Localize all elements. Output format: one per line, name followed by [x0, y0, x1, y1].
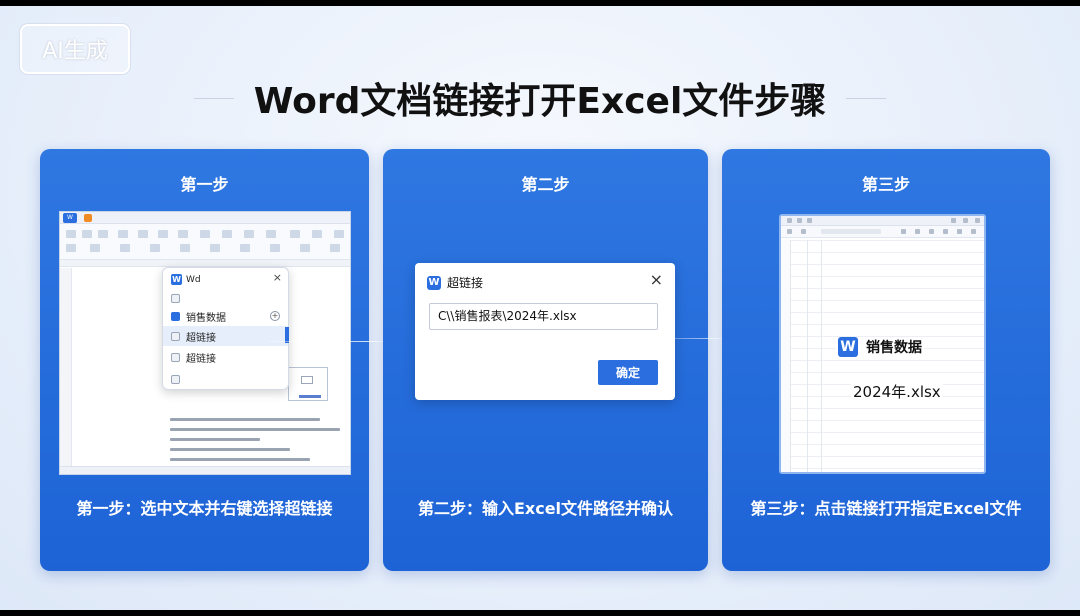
word-titlebar: W [60, 212, 350, 224]
title-row: Word文档链接打开Excel文件步骤 [0, 68, 1080, 128]
ribbon-icon [266, 230, 276, 238]
step-heading: 第三步 [861, 175, 910, 194]
ribbon-icon [90, 244, 100, 252]
ribbon-icon [210, 244, 220, 252]
word-logo-icon: W [171, 274, 182, 285]
context-menu-item[interactable] [163, 288, 288, 308]
word-logo-icon: W [63, 213, 77, 223]
step-card-1: 第一步 W W Wd × 销售数据 + 超链接 超链接 第一步：选中文本并右键选… [40, 149, 369, 571]
menu-item-icon [171, 293, 180, 303]
context-menu-item-hyperlink-selected[interactable]: 超链接 [163, 326, 288, 346]
step-heading: 第二步 [521, 175, 570, 194]
word-logo-icon: W [838, 337, 858, 357]
ribbon-icon [178, 230, 188, 238]
menu-item-icon [171, 374, 180, 384]
ribbon-icon [240, 244, 250, 252]
ribbon-icon [82, 230, 92, 238]
sales-data-label: W 销售数据 [836, 337, 924, 357]
title-divider-left [193, 97, 234, 99]
ok-button[interactable]: 确定 [598, 360, 658, 385]
line-gutter [60, 268, 72, 466]
excel-file-name: 2024年.xlsx [851, 381, 943, 402]
ribbon-icon [290, 230, 300, 238]
word-status-bar [60, 466, 350, 474]
ribbon-icon [66, 244, 76, 252]
excel-titlebar [781, 216, 984, 226]
ribbon-icon [244, 230, 254, 238]
ribbon-icon [158, 230, 168, 238]
ribbon-icon [180, 244, 190, 252]
context-menu-header: W Wd [171, 274, 201, 285]
step-heading: 第一步 [180, 175, 229, 194]
context-menu-title: Wd [186, 274, 201, 285]
menu-item-icon [171, 311, 180, 321]
ribbon-icon [270, 244, 280, 252]
step-caption: 第一步：选中文本并右键选择超链接 [76, 499, 333, 518]
hyperlink-preview-thumb [288, 367, 328, 401]
text-line [170, 458, 310, 461]
close-icon[interactable]: × [273, 271, 282, 284]
context-menu-item-hyperlink[interactable]: 超链接 [163, 347, 288, 367]
step-card-3: 第三步 W 销售数据 2024年.xlsx 第三步：点击链接打开指定Excel文… [722, 149, 1050, 571]
ribbon-icon [98, 230, 108, 238]
text-line [170, 438, 260, 441]
ribbon-icon [150, 244, 160, 252]
step-caption: 第二步：输入Excel文件路径并确认 [417, 499, 674, 518]
dialog-header: W 超链接 [427, 274, 483, 291]
ribbon-icon [222, 230, 232, 238]
step-card-2: 第二步 W 超链接 × C\\销售报表\2024年.xlsx 确定 第二步：输入… [383, 149, 708, 571]
word-ribbon [60, 224, 350, 260]
ribbon-icon [300, 244, 310, 252]
context-menu-item[interactable] [163, 369, 288, 389]
ribbon-icon [330, 244, 340, 252]
step-caption: 第三步：点击链接打开指定Excel文件 [750, 499, 1022, 518]
text-line [170, 418, 320, 421]
close-icon[interactable]: × [650, 270, 663, 289]
ribbon-icon [66, 230, 76, 238]
canvas: AI生成 Word文档链接打开Excel文件步骤 第一步 W W Wd × 销售… [0, 6, 1080, 610]
menu-item-icon [171, 331, 180, 341]
ribbon-icon [118, 230, 128, 238]
ribbon-icon [312, 230, 322, 238]
text-line [170, 448, 290, 451]
page-title: Word文档链接打开Excel文件步骤 [253, 81, 827, 122]
context-menu: W Wd × 销售数据 + 超链接 超链接 [162, 267, 289, 390]
excel-toolbar [781, 226, 984, 238]
word-window-screenshot: W W Wd × 销售数据 + 超链接 超链接 [59, 211, 351, 475]
file-path-input[interactable]: C\\销售报表\2024年.xlsx [429, 303, 658, 330]
text-line [170, 428, 340, 431]
doc-tab-icon [84, 214, 92, 222]
menu-item-icon [171, 352, 180, 362]
word-ruler [60, 260, 350, 267]
hyperlink-dialog: W 超链接 × C\\销售报表\2024年.xlsx 确定 [415, 263, 675, 400]
plus-icon[interactable]: + [270, 311, 280, 321]
context-menu-item-sales-data[interactable]: 销售数据 + [163, 306, 288, 326]
ribbon-icon [334, 230, 344, 238]
ribbon-icon [120, 244, 130, 252]
ribbon-icon [200, 230, 210, 238]
title-divider-right [846, 97, 887, 99]
ribbon-icon [138, 230, 148, 238]
row-number-column [781, 240, 791, 472]
word-logo-icon: W [427, 275, 441, 290]
excel-window-screenshot: W 销售数据 2024年.xlsx [779, 214, 986, 474]
dialog-title: 超链接 [447, 276, 484, 290]
ai-generated-badge: AI生成 [20, 24, 130, 74]
